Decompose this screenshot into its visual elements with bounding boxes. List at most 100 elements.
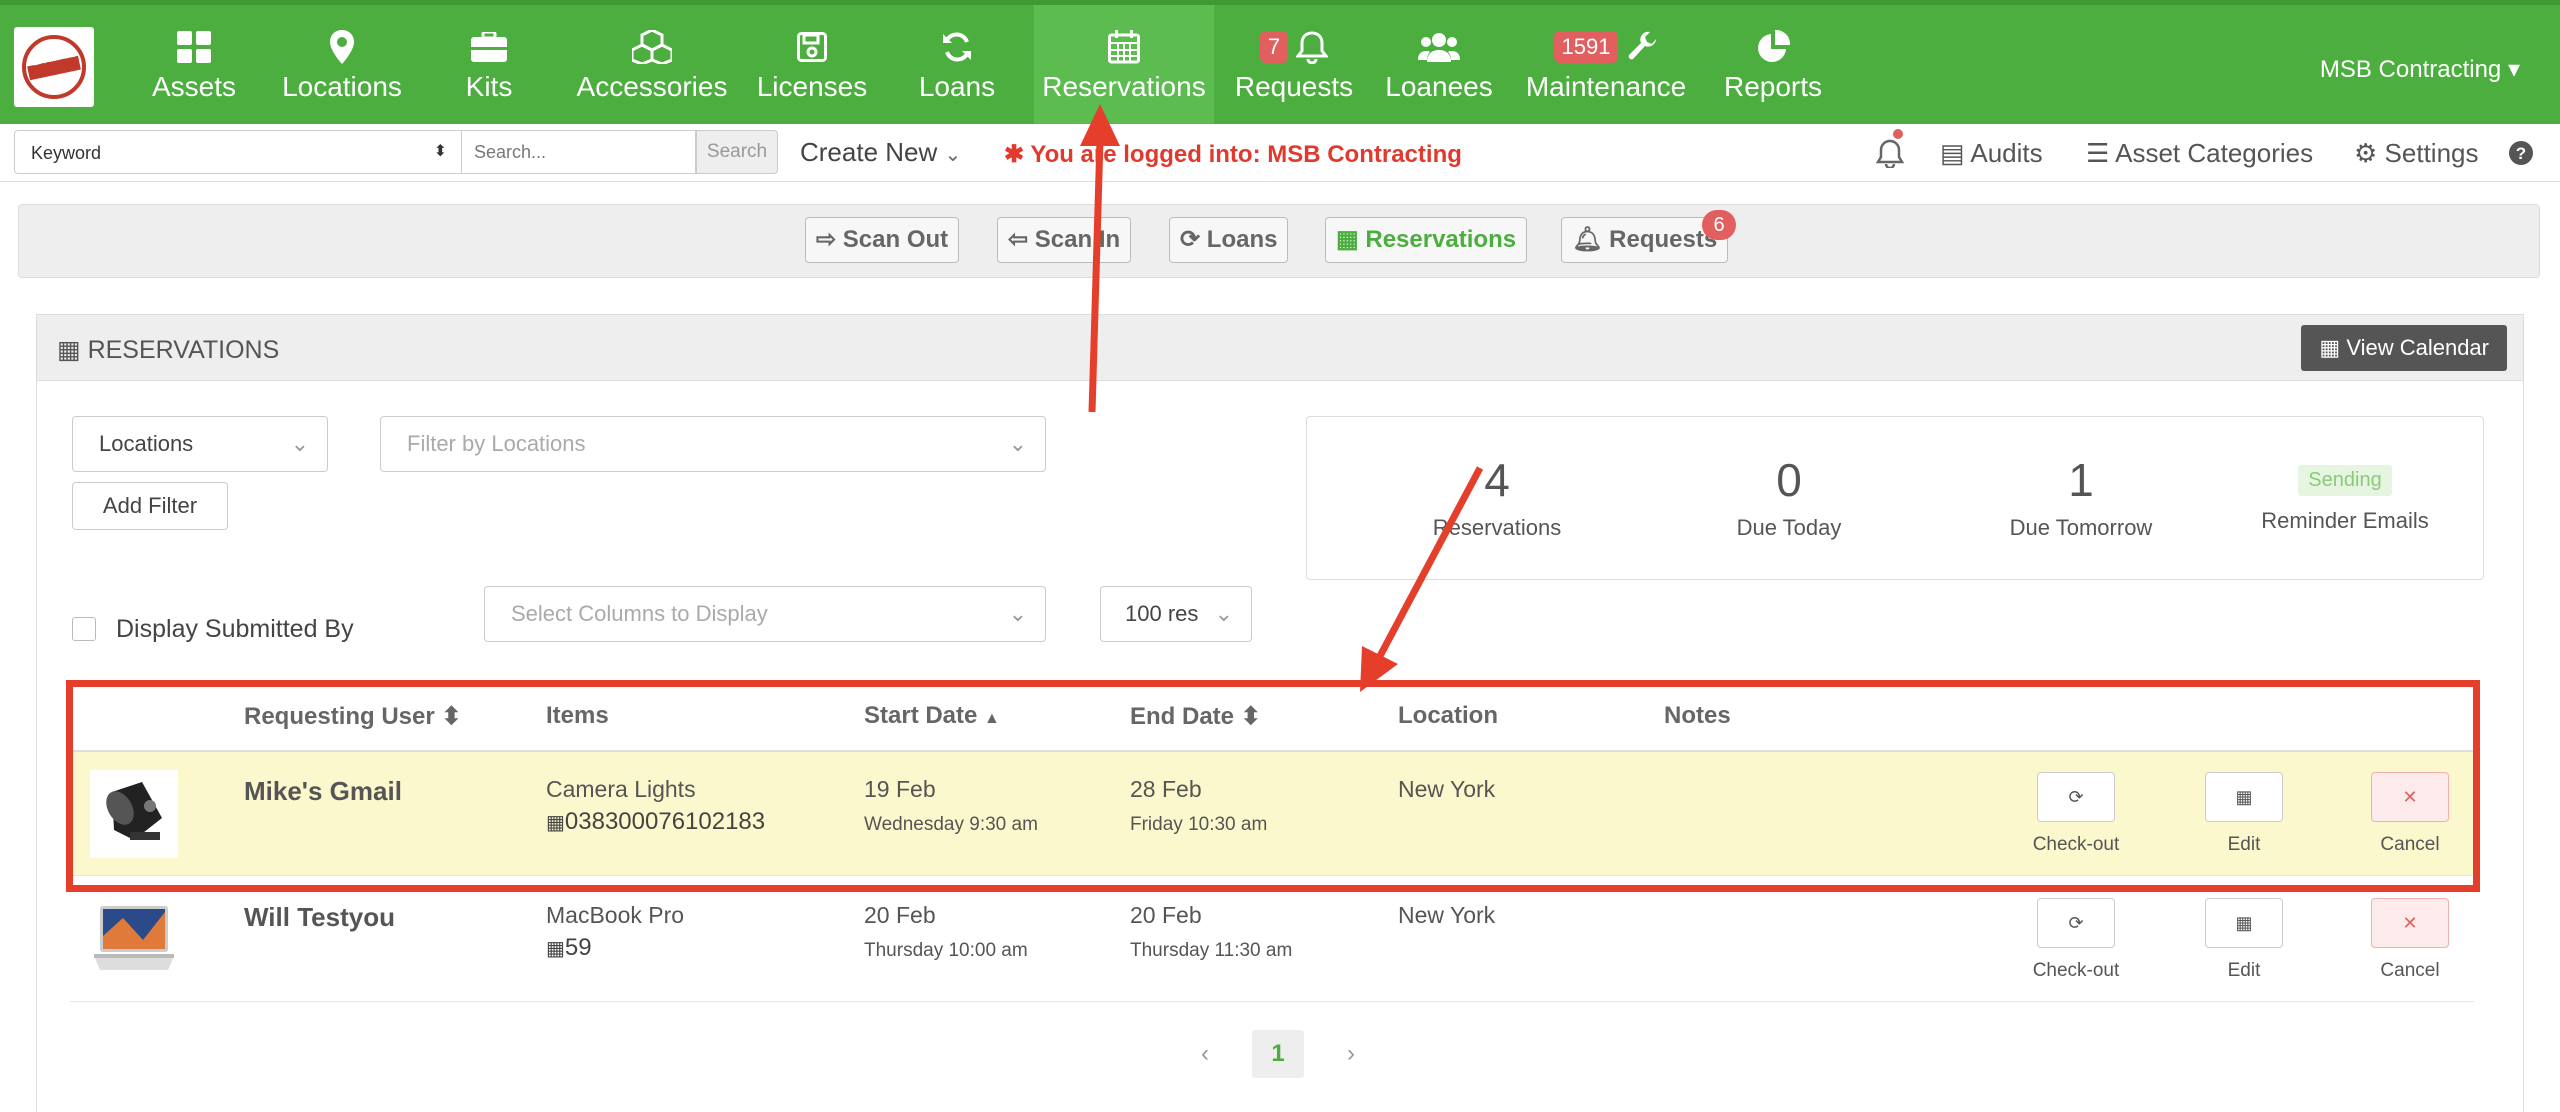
nav-label: Assets <box>151 71 237 102</box>
scan-in-button[interactable]: ⇦ Scan In <box>997 217 1132 263</box>
nav-requests[interactable]: 7 Requests <box>1230 5 1358 124</box>
edit-button[interactable]: ▦ Edit <box>2194 898 2294 982</box>
prev-page-button[interactable]: ‹ <box>1190 1030 1220 1078</box>
cancel-button[interactable]: ✕ Cancel <box>2360 898 2460 982</box>
scan-out-button[interactable]: ⇨ Scan Out <box>805 217 960 263</box>
chevron-down-icon: ⌄ <box>1210 587 1233 641</box>
nav-loans[interactable]: Loans <box>912 5 1002 124</box>
add-filter-button[interactable]: Add Filter <box>72 482 228 530</box>
logged-in-text: You are logged into: MSB Contracting <box>1030 141 1462 168</box>
stat-value: 0 <box>1776 454 1802 506</box>
top-navbar: EXAMPLE Assets Locations Kits Accessorie… <box>0 0 2560 124</box>
next-page-button[interactable]: › <box>1336 1030 1366 1078</box>
search-field-select[interactable]: Keyword ⬍ <box>14 130 462 174</box>
nav-label: Reports <box>1723 71 1823 102</box>
list-icon: ☰ <box>2086 138 2110 168</box>
svg-text:?: ? <box>2516 144 2526 163</box>
display-submitted-by-checkbox[interactable] <box>72 617 96 641</box>
end-date: 20 Feb <box>1130 902 1202 928</box>
account-name: MSB Contracting <box>2319 56 2502 83</box>
stat-reservations: 4 Reservations <box>1387 455 1607 541</box>
requests-icon-group: 7 <box>1230 27 1358 67</box>
nav-locations[interactable]: Locations <box>272 5 412 124</box>
action-label: Check-out <box>2032 960 2120 981</box>
settings-link[interactable]: ⚙ Settings <box>2354 138 2479 169</box>
nav-reservations[interactable]: Reservations <box>1034 5 1214 124</box>
checkout-button[interactable]: ⟳ Check-out <box>2026 898 2126 982</box>
settings-label: Settings <box>2384 138 2479 168</box>
item-code[interactable]: ▦59 <box>546 934 592 962</box>
nav-label: Licenses <box>756 71 868 102</box>
nav-reports[interactable]: Reports <box>1718 5 1828 124</box>
filter-locations-select[interactable]: Filter by Locations ⌄ <box>380 416 1046 472</box>
nav-label: Loans <box>918 71 996 102</box>
create-new-dropdown[interactable]: Create New ⌄ <box>800 137 961 168</box>
columns-select[interactable]: Select Columns to Display ⌄ <box>484 586 1046 642</box>
audits-link[interactable]: ▤ Audits <box>1940 138 2043 169</box>
view-calendar-button[interactable]: ▦ View Calendar <box>2301 325 2507 371</box>
chevron-down-icon: ⌄ <box>1008 431 1027 456</box>
macbook-thumbnail <box>94 906 174 970</box>
reservations-button[interactable]: ▦ Reservations <box>1325 217 1528 263</box>
page-1-button[interactable]: 1 <box>1252 1030 1304 1078</box>
help-icon[interactable]: ? <box>2508 140 2534 166</box>
nav-label: Reservations <box>1042 71 1206 102</box>
status-badge: Sending <box>2298 465 2392 496</box>
nav-kits[interactable]: Kits <box>444 5 534 124</box>
filter-type-value: Locations <box>99 431 194 456</box>
panel-title-text: RESERVATIONS <box>87 336 280 364</box>
panel-title: ▦ RESERVATIONS <box>57 335 279 365</box>
per-page-value: 100 res <box>1125 601 1199 626</box>
create-new-label: Create New <box>800 137 938 167</box>
reservation-stats: 4 Reservations 0 Due Today 1 Due Tomorro… <box>1306 416 2484 580</box>
company-logo[interactable]: EXAMPLE <box>14 27 94 107</box>
stat-label: Due Tomorrow <box>2009 515 2153 540</box>
loans-label: Loans <box>1206 226 1278 253</box>
per-page-select[interactable]: 100 res ⌄ <box>1100 586 1252 642</box>
notifications-bell-icon[interactable] <box>1876 138 1904 168</box>
highlight-annotation-box <box>66 680 2480 892</box>
requests-count-badge: 7 <box>1259 31 1289 63</box>
table-row[interactable]: Will Testyou MacBook Pro ▦59 20 Feb Thur… <box>70 878 2474 1002</box>
stat-label: Reservations <box>1432 515 1562 540</box>
chevron-down-icon: ⌄ <box>290 431 309 456</box>
pie-chart-icon <box>1718 27 1828 67</box>
search-input[interactable] <box>462 130 696 174</box>
gears-icon: ⚙ <box>2354 138 2378 168</box>
nav-label: Maintenance <box>1525 71 1687 102</box>
search-field-value: Keyword <box>31 143 102 163</box>
stat-value: 4 <box>1484 454 1510 506</box>
stat-due-today: 0 Due Today <box>1679 455 1899 541</box>
filter-type-select[interactable]: Locations ⌄ <box>72 416 328 472</box>
item-name[interactable]: MacBook Pro <box>546 902 684 929</box>
scan-in-label: Scan In <box>1034 226 1121 253</box>
nav-assets[interactable]: Assets <box>140 5 248 124</box>
nav-accessories[interactable]: Accessories <box>572 5 732 124</box>
bell-icon: 🔔︎ <box>1572 226 1603 253</box>
stat-label: Reminder Emails <box>2261 508 2429 533</box>
nav-licenses[interactable]: Licenses <box>756 5 868 124</box>
nav-maintenance[interactable]: 1591 Maintenance <box>1520 5 1692 124</box>
account-menu[interactable]: MSB Contracting ▾ <box>2320 55 2520 84</box>
requests-label: Requests <box>1609 226 1718 253</box>
loans-button[interactable]: ⟳ Loans <box>1169 217 1289 263</box>
asterisk-icon: ✱ <box>1004 141 1025 168</box>
chevron-down-icon: ⌄ <box>944 144 962 166</box>
qrcode-icon: ▦ <box>546 938 565 960</box>
calendar-icon: ▦ <box>1336 226 1359 253</box>
nav-label: Locations <box>282 71 402 102</box>
calendar-icon: ▦ <box>2319 335 2341 360</box>
refresh-icon: ⟳ <box>1180 226 1201 253</box>
calendar-icon <box>1034 27 1214 67</box>
end-time: Thursday 11:30 am <box>1130 940 1293 961</box>
notification-dot <box>1893 129 1903 139</box>
sign-in-icon: ⇦ <box>1008 226 1029 253</box>
refresh-icon: ⟳ <box>2037 898 2115 948</box>
nav-label: Accessories <box>576 71 728 102</box>
search-button[interactable]: Search <box>696 130 778 174</box>
maintenance-count-badge: 1591 <box>1553 31 1619 63</box>
requesting-user[interactable]: Will Testyou <box>244 902 395 933</box>
nav-loanees[interactable]: Loanees <box>1384 5 1494 124</box>
panel-header: ▦ RESERVATIONS ▦ View Calendar <box>37 315 2523 381</box>
asset-categories-link[interactable]: ☰ Asset Categories <box>2086 138 2313 169</box>
